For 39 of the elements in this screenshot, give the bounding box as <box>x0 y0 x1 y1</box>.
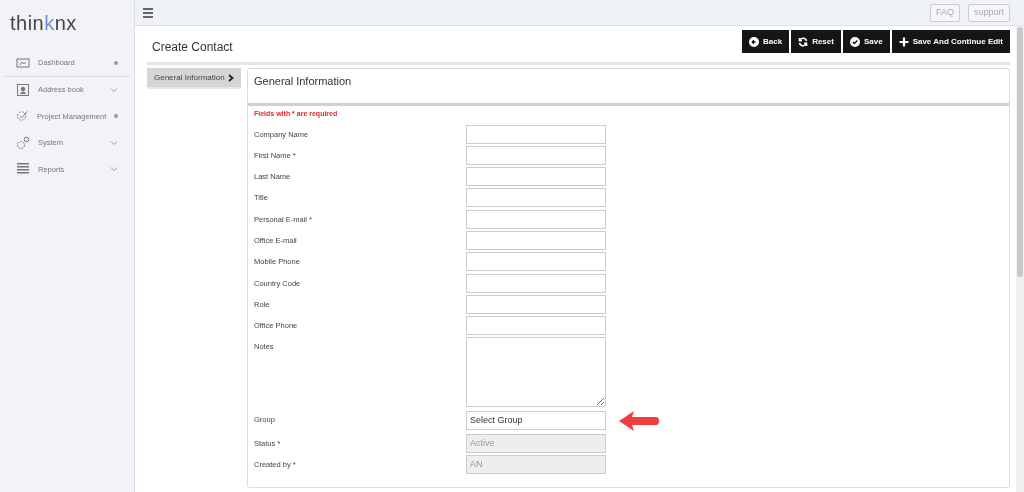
text-field[interactable] <box>466 316 606 336</box>
check-circle-icon <box>849 36 860 47</box>
pointer-arrow-icon <box>618 409 660 432</box>
menu-icon[interactable] <box>143 7 153 18</box>
readonly-field: AN <box>466 455 606 475</box>
text-field[interactable] <box>466 145 606 165</box>
list-icon <box>16 162 30 177</box>
chevron-down-icon <box>110 139 118 146</box>
gear-check-icon <box>16 109 30 124</box>
refresh-icon <box>798 36 809 47</box>
page-title: Create Contact <box>151 39 233 56</box>
text-field[interactable] <box>466 294 606 314</box>
plus-icon <box>898 36 909 47</box>
text-field[interactable] <box>466 124 606 144</box>
text-field[interactable] <box>466 252 606 272</box>
contact-card-icon <box>16 82 30 97</box>
chevron-down-icon <box>110 166 118 173</box>
chevron-right-icon <box>228 73 234 82</box>
text-field[interactable] <box>466 273 606 293</box>
top-link[interactable]: support <box>967 3 1010 22</box>
top-link[interactable]: FAQ <box>929 3 960 22</box>
gears-icon <box>16 135 30 150</box>
readonly-field: Active <box>466 434 606 454</box>
action-button[interactable]: Reset <box>791 30 841 53</box>
text-field[interactable] <box>466 209 606 229</box>
action-button[interactable]: Save <box>842 30 890 53</box>
section-tab[interactable]: General Information <box>147 68 241 89</box>
text-field[interactable] <box>466 167 606 187</box>
action-button[interactable]: Save And Continue Edit <box>891 30 1010 53</box>
notes-field[interactable] <box>466 337 606 408</box>
action-button[interactable]: Back <box>742 30 790 53</box>
chevron-down-icon <box>110 86 118 93</box>
group-select[interactable]: Select Group <box>466 411 606 431</box>
text-field[interactable] <box>466 188 606 208</box>
logo: thinknx <box>9 11 78 36</box>
dashboard-icon <box>16 55 30 70</box>
text-field[interactable] <box>466 231 606 250</box>
back-circle-icon <box>749 36 759 47</box>
panel-title: General Information <box>254 74 353 89</box>
